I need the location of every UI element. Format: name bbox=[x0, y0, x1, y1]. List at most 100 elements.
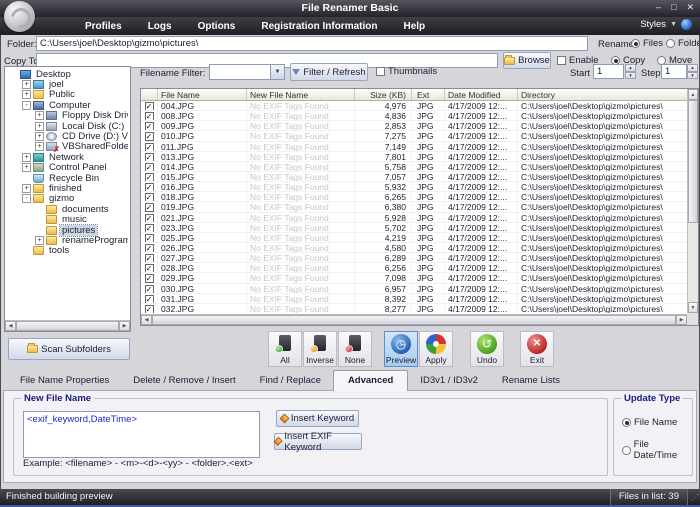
tab-delete-remove-insert[interactable]: Delete / Remove / Insert bbox=[121, 372, 247, 390]
file-row[interactable]: ✓019.JPGNo EXIF Tags Found6,380JPG4/17/2… bbox=[141, 202, 687, 212]
scroll-right-icon[interactable]: ▶ bbox=[676, 315, 687, 325]
tree-item-joel[interactable]: +joel bbox=[7, 79, 128, 89]
header-file-name[interactable]: File Name bbox=[158, 89, 247, 100]
menu-item-help[interactable]: Help bbox=[390, 19, 438, 34]
file-row[interactable]: ✓032.JPGNo EXIF Tags Found8,277JPG4/17/2… bbox=[141, 304, 687, 313]
update-type-radio-file-name[interactable]: File Name bbox=[622, 417, 692, 428]
file-row[interactable]: ✓015.JPGNo EXIF Tags Found7,057JPG4/17/2… bbox=[141, 172, 687, 182]
file-row[interactable]: ✓023.JPGNo EXIF Tags Found5,702JPG4/17/2… bbox=[141, 223, 687, 233]
row-checkbox[interactable]: ✓ bbox=[145, 274, 154, 282]
menu-item-registration-information[interactable]: Registration Information bbox=[248, 19, 390, 34]
minimize-icon[interactable]: – bbox=[656, 2, 661, 13]
tree-item-control-panel[interactable]: +Control Panel bbox=[7, 163, 128, 173]
expand-toggle-icon[interactable]: + bbox=[22, 153, 31, 162]
menu-item-profiles[interactable]: Profiles bbox=[72, 19, 135, 34]
scroll-thumb[interactable] bbox=[16, 321, 119, 331]
help-globe-icon[interactable] bbox=[681, 19, 692, 30]
scroll-left-icon[interactable]: ◀ bbox=[5, 321, 16, 331]
tree-item-local-disk-c-[interactable]: +Local Disk (C:) bbox=[7, 121, 128, 131]
scroll-left-icon[interactable]: ◀ bbox=[141, 315, 152, 325]
scroll-thumb[interactable] bbox=[688, 100, 698, 223]
file-row[interactable]: ✓029.JPGNo EXIF Tags Found7,098JPG4/17/2… bbox=[141, 273, 687, 283]
scroll-down-icon[interactable]: ▼ bbox=[688, 302, 698, 313]
tab-file-name-properties[interactable]: File Name Properties bbox=[8, 372, 121, 390]
start-stepper[interactable]: ▲▼ bbox=[625, 64, 636, 79]
expand-toggle-icon[interactable]: + bbox=[35, 122, 44, 131]
row-checkbox[interactable]: ✓ bbox=[145, 112, 154, 120]
new-file-name-input[interactable]: <exif_keyword,DateTime> bbox=[23, 411, 260, 458]
row-checkbox[interactable]: ✓ bbox=[145, 173, 154, 181]
chevron-down-icon[interactable]: ▼ bbox=[270, 65, 284, 79]
file-row[interactable]: ✓028.JPGNo EXIF Tags Found6,256JPG4/17/2… bbox=[141, 263, 687, 273]
file-row[interactable]: ✓030.JPGNo EXIF Tags Found6,957JPG4/17/2… bbox=[141, 284, 687, 294]
row-checkbox[interactable]: ✓ bbox=[145, 203, 154, 211]
row-checkbox[interactable]: ✓ bbox=[145, 264, 154, 272]
thumbnails-checkbox[interactable]: Thumbnails bbox=[376, 66, 437, 77]
expand-toggle-icon[interactable]: + bbox=[22, 163, 31, 172]
header-date-modified[interactable]: Date Modified bbox=[445, 89, 518, 100]
close-icon[interactable]: ✕ bbox=[686, 2, 694, 13]
expand-toggle-icon[interactable]: + bbox=[22, 90, 31, 99]
tree-item-floppy-disk-drive-a-[interactable]: +Floppy Disk Drive (A:) bbox=[7, 111, 128, 121]
file-row[interactable]: ✓008.JPGNo EXIF Tags Found4,836JPG4/17/2… bbox=[141, 111, 687, 121]
update-type-radio-file-date-time[interactable]: File Date/Time bbox=[622, 439, 692, 461]
tree-item-tools[interactable]: tools bbox=[7, 246, 128, 256]
tree-item-network[interactable]: +Network bbox=[7, 152, 128, 162]
row-checkbox[interactable]: ✓ bbox=[145, 224, 154, 232]
collapse-toggle-icon[interactable]: - bbox=[22, 101, 31, 110]
row-checkbox[interactable]: ✓ bbox=[145, 254, 154, 262]
tab-rename-lists[interactable]: Rename Lists bbox=[490, 372, 572, 390]
tree-item-vbsharedfolder-vboxsvr-z[interactable]: +VBSharedFolder (\\vboxsvr) (Z bbox=[7, 142, 128, 152]
tab-find-replace[interactable]: Find / Replace bbox=[248, 372, 333, 390]
file-row[interactable]: ✓011.JPGNo EXIF Tags Found7,149JPG4/17/2… bbox=[141, 142, 687, 152]
expand-toggle-icon[interactable]: + bbox=[35, 111, 44, 120]
row-checkbox[interactable]: ✓ bbox=[145, 214, 154, 222]
row-checkbox[interactable]: ✓ bbox=[145, 183, 154, 191]
row-checkbox[interactable]: ✓ bbox=[145, 102, 154, 110]
file-row[interactable]: ✓004.JPGNo EXIF Tags Found4,976JPG4/17/2… bbox=[141, 101, 687, 111]
collapse-toggle-icon[interactable]: - bbox=[22, 194, 31, 203]
scroll-up-icon[interactable]: ▲ bbox=[688, 89, 698, 100]
row-checkbox[interactable]: ✓ bbox=[145, 295, 154, 303]
browse-button[interactable]: Browse bbox=[503, 52, 551, 69]
expand-toggle-icon[interactable]: + bbox=[35, 142, 44, 151]
tree-item-computer[interactable]: -Computer bbox=[7, 100, 128, 110]
select-none-button[interactable]: None bbox=[338, 331, 372, 367]
file-row[interactable]: ✓021.JPGNo EXIF Tags Found5,928JPG4/17/2… bbox=[141, 213, 687, 223]
file-list-vscrollbar[interactable]: ▲ ▼ bbox=[687, 89, 698, 313]
file-row[interactable]: ✓014.JPGNo EXIF Tags Found5,758JPG4/17/2… bbox=[141, 162, 687, 172]
file-row[interactable]: ✓016.JPGNo EXIF Tags Found5,932JPG4/17/2… bbox=[141, 182, 687, 192]
file-row[interactable]: ✓010.JPGNo EXIF Tags Found7,275JPG4/17/2… bbox=[141, 131, 687, 141]
expand-toggle-icon[interactable]: + bbox=[35, 132, 44, 141]
row-checkbox[interactable]: ✓ bbox=[145, 153, 154, 161]
header-size[interactable]: Size (KB) bbox=[355, 89, 412, 100]
row-checkbox[interactable]: ✓ bbox=[145, 193, 154, 201]
file-row[interactable]: ✓018.JPGNo EXIF Tags Found6,265JPG4/17/2… bbox=[141, 192, 687, 202]
header-directory[interactable]: Directory bbox=[518, 89, 687, 100]
tree-item-recycle-bin[interactable]: Recycle Bin bbox=[7, 173, 128, 183]
tree-item-renameprograms[interactable]: +renamePrograms bbox=[7, 235, 128, 245]
step-input[interactable]: 1 bbox=[661, 64, 687, 79]
step-stepper[interactable]: ▲▼ bbox=[687, 64, 698, 79]
tree-item-cd-drive-d-virtualbox-guest[interactable]: +CD Drive (D:) VirtualBox Guest bbox=[7, 131, 128, 141]
tree-hscrollbar[interactable]: ◀ ▶ bbox=[5, 320, 130, 331]
resize-grip[interactable]: ⋰ bbox=[691, 493, 699, 502]
rename-files-radio[interactable]: Files bbox=[631, 38, 663, 49]
tab-id3v1-id3v2[interactable]: ID3v1 / ID3v2 bbox=[408, 372, 490, 390]
menu-item-logs[interactable]: Logs bbox=[135, 19, 185, 34]
folder-input[interactable]: C:\Users\joel\Desktop\gizmo\pictures\ bbox=[36, 36, 588, 51]
row-checkbox[interactable]: ✓ bbox=[145, 122, 154, 130]
scroll-right-icon[interactable]: ▶ bbox=[119, 321, 130, 331]
insert-keyword-button[interactable]: Insert Keyword bbox=[276, 410, 359, 427]
styles-dropdown[interactable]: Styles ▼ bbox=[640, 19, 692, 30]
tree-item-pictures[interactable]: pictures bbox=[7, 225, 128, 235]
tree-item-finished[interactable]: +finished bbox=[7, 183, 128, 193]
row-checkbox[interactable]: ✓ bbox=[145, 143, 154, 151]
tree-item-documents[interactable]: documents bbox=[7, 204, 128, 214]
select-all-button[interactable]: All bbox=[268, 331, 302, 367]
row-checkbox[interactable]: ✓ bbox=[145, 244, 154, 252]
file-row[interactable]: ✓027.JPGNo EXIF Tags Found6,289JPG4/17/2… bbox=[141, 253, 687, 263]
row-checkbox[interactable]: ✓ bbox=[145, 132, 154, 140]
expand-toggle-icon[interactable]: + bbox=[35, 236, 44, 245]
row-checkbox[interactable]: ✓ bbox=[145, 305, 154, 313]
